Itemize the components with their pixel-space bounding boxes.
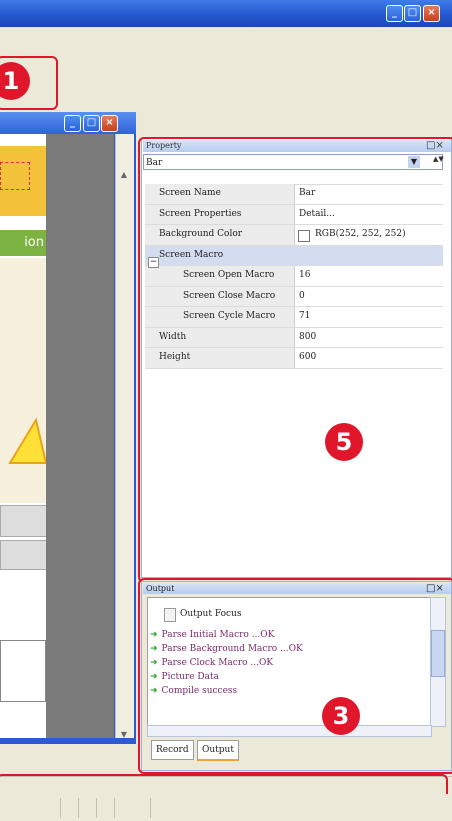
callout-frame-5: [138, 137, 452, 583]
callout-frame-3: [138, 578, 452, 774]
close-button[interactable]: ×: [423, 5, 440, 22]
maximize-button[interactable]: □: [404, 5, 421, 22]
editor-maximize-button[interactable]: □: [83, 115, 100, 132]
editor-minimize-button[interactable]: _: [64, 115, 81, 132]
canvas-button-2[interactable]: [0, 540, 48, 570]
scroll-up-icon[interactable]: ▲: [118, 170, 130, 180]
menu-bar: [0, 27, 452, 50]
editor-vertical-scrollbar[interactable]: [115, 134, 134, 738]
status-divider: [150, 798, 151, 818]
bottom-strip: [0, 794, 452, 821]
warning-triangle-icon: [8, 417, 46, 464]
main-title-bar: [0, 0, 452, 27]
status-divider: [114, 798, 115, 818]
status-divider: [78, 798, 79, 818]
minimize-button[interactable]: _: [386, 5, 403, 22]
callout-number-3: 3: [322, 697, 360, 735]
editor-gray-margin: [46, 134, 114, 738]
editor-close-button[interactable]: ×: [101, 115, 118, 132]
canvas-green-banner: ion: [0, 230, 46, 256]
canvas-text-box[interactable]: [0, 640, 46, 702]
canvas-button-1[interactable]: [0, 505, 48, 537]
callout-number-5: 5: [325, 423, 363, 461]
toolbar-area: [0, 49, 452, 109]
canvas-dashed-box: [0, 162, 30, 190]
scroll-down-icon[interactable]: ▼: [118, 730, 130, 740]
status-divider: [60, 798, 61, 818]
canvas-light-area: [0, 258, 46, 503]
status-divider: [96, 798, 97, 818]
